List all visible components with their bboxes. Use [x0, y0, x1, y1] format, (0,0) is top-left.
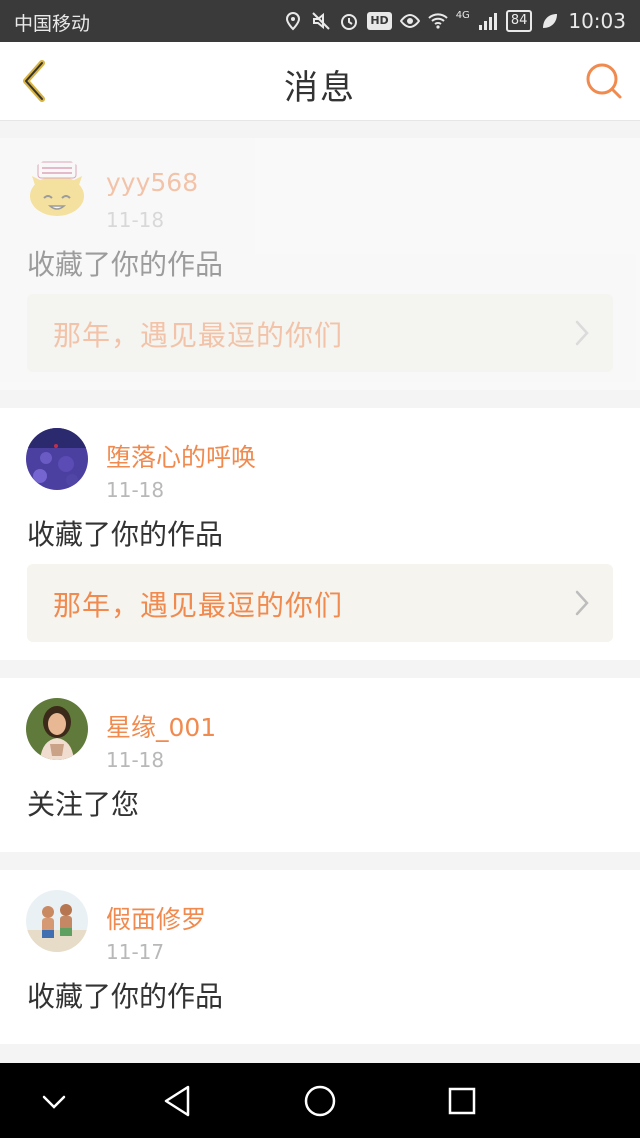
username[interactable]: 假面修罗	[106, 900, 206, 936]
clock-time: 10:03	[568, 9, 626, 33]
message-item[interactable]: 堕落心的呼唤 11-18 收藏了你的作品 那年，遇见最逗的你们	[0, 408, 640, 660]
message-header: yyy568 11-18	[0, 138, 640, 236]
message-date: 11-18	[106, 208, 165, 232]
home-circle-icon[interactable]	[300, 1081, 340, 1121]
work-link[interactable]: 那年，遇见最逗的你们	[27, 564, 613, 642]
recents-square-icon[interactable]	[442, 1081, 482, 1121]
work-title: 那年，遇见最逗的你们	[53, 319, 344, 352]
message-action: 收藏了你的作品	[27, 248, 224, 281]
back-triangle-icon[interactable]	[158, 1081, 198, 1121]
status-bar: 中国移动 HD 4G 84 10:03	[0, 0, 640, 42]
leaf-icon	[543, 14, 558, 28]
cartoon-face-avatar[interactable]	[26, 158, 88, 220]
header-bar: 消息	[0, 42, 640, 121]
message-action: 收藏了你的作品	[27, 980, 224, 1013]
battery-indicator: 84	[505, 10, 533, 32]
status-icons: HD 4G 84 10:03	[283, 8, 626, 34]
username[interactable]: 堕落心的呼唤	[106, 438, 256, 474]
work-title: 那年，遇见最逗的你们	[53, 589, 344, 622]
message-action: 收藏了你的作品	[27, 518, 224, 551]
system-navigation-bar	[0, 1063, 640, 1138]
message-header: 星缘_001 11-18	[0, 678, 640, 776]
network-type: 4G	[455, 9, 470, 21]
lavender-field-avatar[interactable]	[26, 428, 88, 490]
chevron-down-icon[interactable]	[34, 1081, 74, 1121]
signal-icon	[478, 13, 497, 30]
message-list: yyy568 11-18 收藏了你的作品 那年，遇见最逗的你们 堕落心的呼唤 1…	[0, 138, 640, 1062]
chevron-right-icon	[575, 320, 589, 346]
wifi-icon	[427, 13, 448, 29]
page-title: 消息	[284, 68, 356, 108]
chevron-right-icon	[575, 590, 589, 616]
message-date: 11-17	[106, 940, 165, 964]
message-date: 11-18	[106, 478, 165, 502]
girl-photo-avatar[interactable]	[26, 698, 88, 760]
eye-icon	[399, 13, 420, 29]
mute-icon	[312, 12, 331, 30]
work-link[interactable]: 那年，遇见最逗的你们	[27, 294, 613, 372]
carrier-name: 中国移动	[14, 13, 91, 35]
username[interactable]: yyy568	[106, 168, 198, 197]
hd-badge: HD	[367, 12, 392, 30]
message-item[interactable]: 星缘_001 11-18 关注了您	[0, 678, 640, 852]
message-date: 11-18	[106, 748, 165, 772]
message-item[interactable]: 假面修罗 11-17 收藏了你的作品	[0, 870, 640, 1044]
message-header: 假面修罗 11-17	[0, 870, 640, 968]
search-icon[interactable]	[584, 61, 624, 101]
username[interactable]: 星缘_001	[106, 708, 216, 744]
message-item[interactable]: yyy568 11-18 收藏了你的作品 那年，遇见最逗的你们	[0, 138, 640, 390]
beach-kids-avatar[interactable]	[26, 890, 88, 952]
message-header: 堕落心的呼唤 11-18	[0, 408, 640, 506]
location-icon	[286, 11, 301, 31]
message-action: 关注了您	[27, 788, 140, 821]
alarm-icon	[341, 14, 358, 30]
